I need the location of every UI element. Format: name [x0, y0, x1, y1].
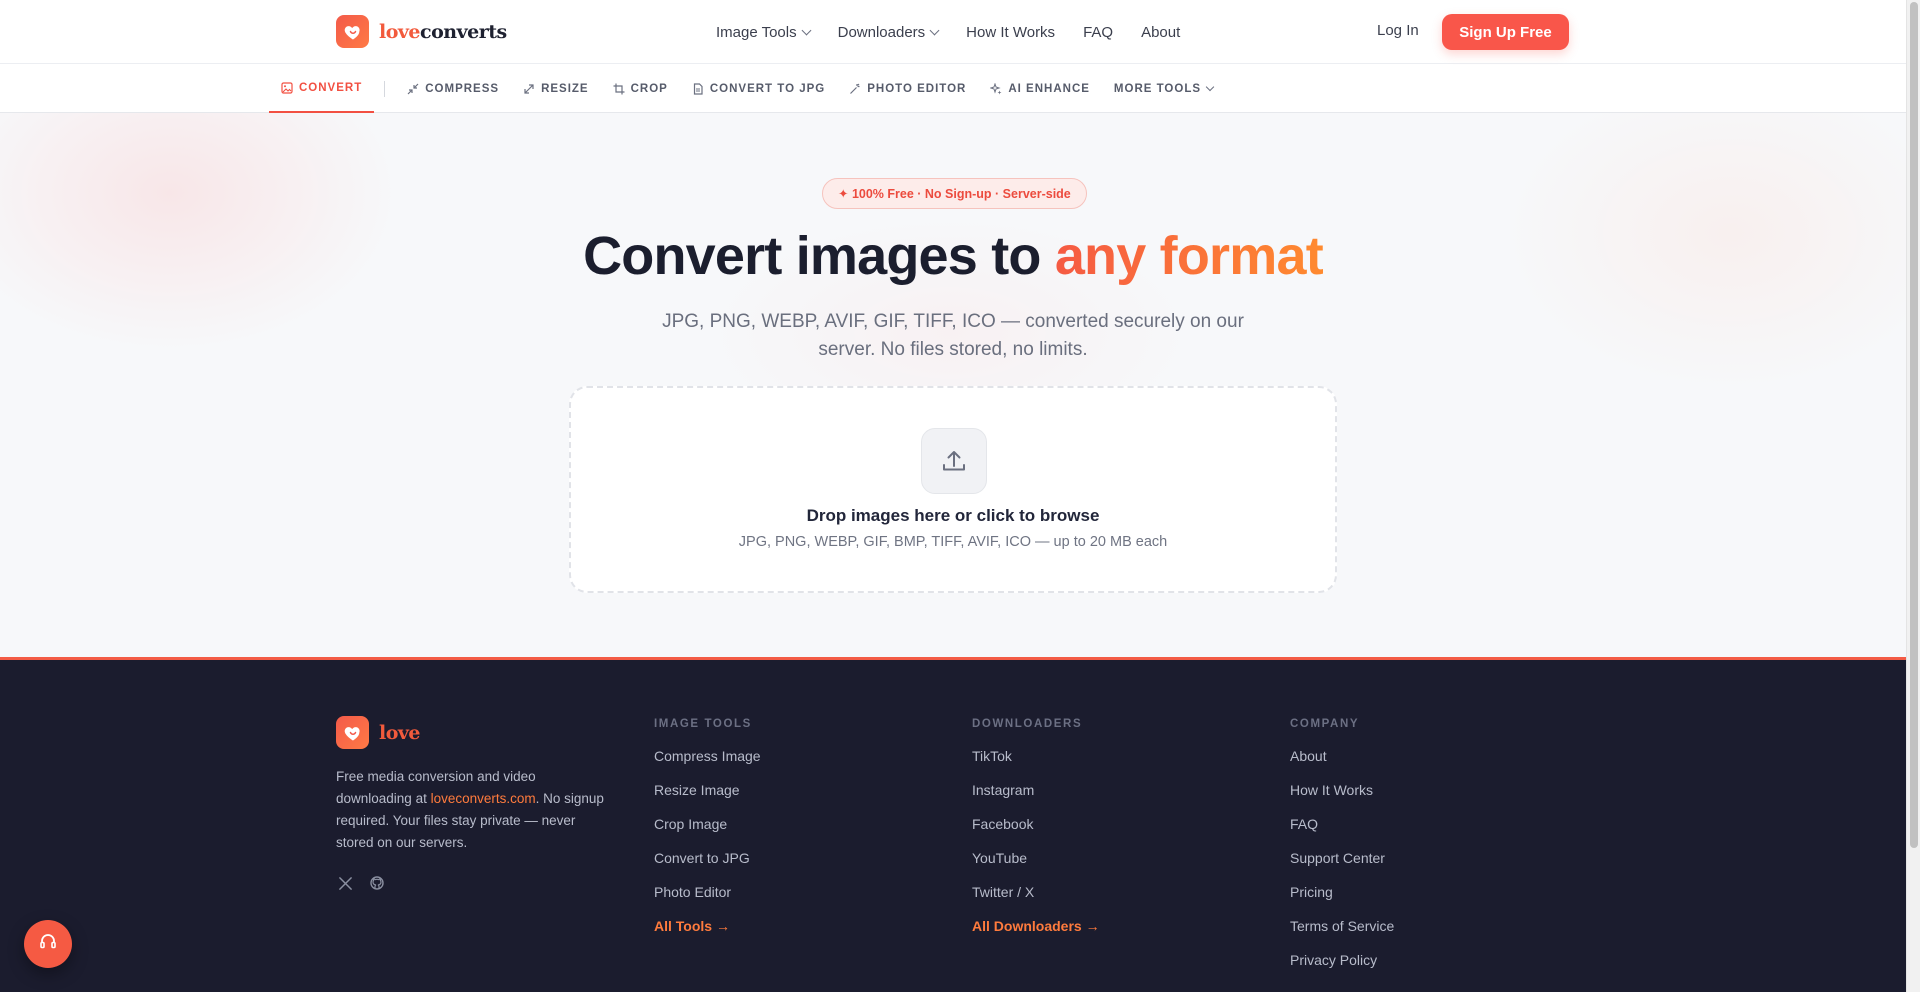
github-icon[interactable]	[368, 874, 386, 892]
chevron-down-icon	[1205, 82, 1215, 92]
headset-icon	[38, 932, 58, 957]
footer-link[interactable]: TikTok	[972, 747, 1100, 781]
nav-image-tools[interactable]: Image Tools	[716, 24, 812, 41]
footer-column-downloaders: DOWNLOADERS TikTok Instagram Facebook Yo…	[972, 718, 1100, 951]
nav-about[interactable]: About	[1141, 24, 1180, 41]
page-title: Convert images to any format	[583, 226, 1324, 286]
brand-logo[interactable]: loveconverts	[336, 15, 507, 48]
login-link[interactable]: Log In	[1377, 22, 1419, 39]
crop-icon	[613, 83, 625, 95]
footer-column-image-tools: IMAGE TOOLS Compress Image Resize Image …	[654, 718, 761, 951]
resize-icon	[523, 83, 535, 95]
scrollbar-thumb[interactable]	[1910, 2, 1918, 848]
heart-logo-icon	[336, 716, 369, 749]
footer-link[interactable]: Pricing	[1290, 883, 1394, 917]
signup-button[interactable]: Sign Up Free	[1442, 14, 1569, 50]
footer-link[interactable]: YouTube	[972, 849, 1100, 883]
all-downloaders-link[interactable]: All Downloaders →	[972, 917, 1100, 951]
column-heading: DOWNLOADERS	[972, 718, 1083, 730]
footer-link[interactable]: Crop Image	[654, 815, 761, 849]
upload-icon	[921, 428, 987, 494]
footer-link[interactable]: Convert to JPG	[654, 849, 761, 883]
footer-brand-name: love	[379, 721, 421, 744]
site-link[interactable]: loveconverts.com	[431, 791, 536, 806]
footer-link[interactable]: FAQ	[1290, 815, 1394, 849]
column-heading: COMPANY	[1290, 718, 1360, 730]
tab-compress[interactable]: COMPRESS	[395, 65, 511, 113]
footer-link[interactable]: Facebook	[972, 815, 1100, 849]
heart-logo-icon	[336, 15, 369, 48]
page-scrollbar[interactable]	[1906, 0, 1920, 992]
brand-name: loveconverts	[379, 20, 507, 43]
chevron-down-icon	[929, 25, 940, 35]
column-heading: IMAGE TOOLS	[654, 718, 752, 730]
tab-convert-to-jpg[interactable]: CONVERT TO JPG	[680, 65, 837, 113]
more-tools-dropdown[interactable]: MORE TOOLS	[1102, 65, 1225, 113]
file-dropzone[interactable]: Drop images here or click to browse JPG,…	[569, 386, 1337, 593]
image-icon	[281, 82, 293, 94]
nav-faq[interactable]: FAQ	[1083, 24, 1113, 41]
dropzone-title: Drop images here or click to browse	[806, 506, 1100, 525]
divider	[384, 81, 386, 97]
tab-ai-enhance[interactable]: AI ENHANCE	[978, 65, 1102, 113]
footer-link[interactable]: Privacy Policy	[1290, 951, 1394, 985]
footer-description: Free media conversion and video download…	[336, 769, 604, 850]
tab-photo-editor[interactable]: PHOTO EDITOR	[837, 65, 978, 113]
footer-column-company: COMPANY About How It Works FAQ Support C…	[1290, 718, 1394, 985]
nav-downloaders[interactable]: Downloaders	[838, 24, 940, 41]
chevron-down-icon	[801, 25, 812, 35]
footer: love Free media conversion and video dow…	[0, 657, 1906, 992]
nav-how-it-works[interactable]: How It Works	[966, 24, 1055, 41]
tab-resize[interactable]: RESIZE	[511, 65, 601, 113]
main-nav: Image Tools Downloaders How It Works FAQ…	[716, 0, 1180, 64]
tab-convert[interactable]: CONVERT	[269, 65, 375, 113]
sparkle-icon	[990, 83, 1002, 95]
tab-crop[interactable]: CROP	[601, 65, 680, 113]
support-chat-button[interactable]	[24, 920, 72, 968]
file-icon	[692, 83, 704, 95]
dropzone-formats: JPG, PNG, WEBP, GIF, BMP, TIFF, AVIF, IC…	[738, 534, 1168, 550]
footer-link[interactable]: Photo Editor	[654, 883, 761, 917]
footer-link[interactable]: Instagram	[972, 781, 1100, 815]
x-twitter-icon[interactable]	[336, 874, 354, 892]
hero-subtitle: JPG, PNG, WEBP, AVIF, GIF, TIFF, ICO — c…	[662, 311, 1244, 360]
wand-icon	[849, 83, 861, 95]
footer-link[interactable]: Compress Image	[654, 747, 761, 781]
footer-link[interactable]: Support Center	[1290, 849, 1394, 883]
footer-link[interactable]: How It Works	[1290, 781, 1394, 815]
all-tools-link[interactable]: All Tools →	[654, 917, 761, 951]
footer-link[interactable]: Terms of Service	[1290, 917, 1394, 951]
footer-logo[interactable]: love	[336, 716, 421, 749]
hero-section: ✦ 100% Free · No Sign-up · Server-side C…	[0, 113, 1906, 657]
social-links	[336, 874, 386, 892]
top-header: loveconverts Image Tools Downloaders How…	[0, 0, 1906, 64]
footer-link[interactable]: Twitter / X	[972, 883, 1100, 917]
free-badge: ✦ 100% Free · No Sign-up · Server-side	[822, 178, 1087, 209]
footer-link[interactable]: About	[1290, 747, 1394, 781]
tool-bar: CONVERT COMPRESS RESIZE CROP CONVERT TO …	[0, 65, 1906, 113]
footer-link[interactable]: Resize Image	[654, 781, 761, 815]
compress-icon	[407, 83, 419, 95]
